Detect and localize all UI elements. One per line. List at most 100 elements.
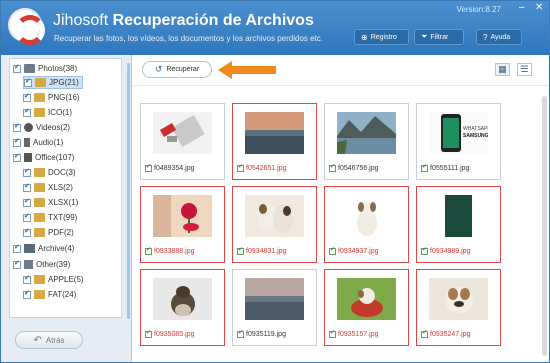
checkbox[interactable]: [23, 212, 31, 222]
recover-label: Recuperar: [166, 66, 200, 73]
help-button[interactable]: ? Ayuda: [476, 29, 522, 45]
svg-text:SAMSUNG: SAMSUNG: [463, 133, 488, 139]
register-button[interactable]: ⊕ Registro: [354, 29, 409, 45]
file-name: f0935247.jpg: [430, 331, 471, 338]
checkbox[interactable]: [329, 329, 336, 338]
checkbox[interactable]: [421, 246, 428, 255]
file-thumbnail[interactable]: f0933888.jpg: [140, 186, 225, 263]
tree-item-label: JPG(21): [49, 78, 79, 87]
checkbox[interactable]: [23, 107, 31, 117]
file-thumbnail[interactable]: f0934937.jpg: [324, 186, 409, 263]
recover-button[interactable]: ↺ Recuperar: [142, 61, 212, 78]
tree-item-png[interactable]: PNG(16): [23, 91, 80, 104]
app-window: Jihosoft Recuperación de Archivos Recupe…: [0, 0, 550, 363]
file-thumbnail[interactable]: f0935247.jpg: [416, 269, 501, 346]
checkbox[interactable]: [13, 122, 21, 132]
tree-item-archive[interactable]: Archive(4): [13, 242, 74, 255]
tree-item-fat[interactable]: FAT(24): [23, 288, 76, 301]
file-grid: f0489354.jpg f0542651.jpg f0546756.jpg: [132, 85, 549, 362]
file-thumbnail[interactable]: f0934989.jpg: [416, 186, 501, 263]
checkbox[interactable]: [421, 329, 428, 338]
folder-icon: [34, 198, 45, 207]
checkbox[interactable]: [329, 246, 336, 255]
tree-item-label: Office(107): [35, 153, 75, 162]
tree-item-audio[interactable]: Audio(1): [13, 136, 63, 149]
tree-scrollbar[interactable]: [127, 63, 130, 319]
tree-item-office[interactable]: Office(107): [13, 151, 74, 164]
file-name: f0489354.jpg: [154, 165, 195, 172]
tree-item-txt[interactable]: TXT(99): [23, 211, 77, 224]
checkbox[interactable]: [145, 163, 152, 172]
back-button[interactable]: ↶ Atrás: [15, 331, 83, 349]
checkbox[interactable]: [145, 329, 152, 338]
tree-item-label: Archive(4): [38, 244, 75, 253]
tree-item-label: FAT(24): [48, 290, 77, 299]
video-icon: [24, 123, 33, 132]
help-icon: ?: [483, 32, 488, 42]
tree-item-other[interactable]: Other(39): [13, 258, 70, 271]
checkbox[interactable]: [23, 167, 31, 177]
other-icon: [24, 260, 33, 269]
tree-item-label: Other(39): [36, 260, 71, 269]
checkbox[interactable]: [13, 152, 21, 162]
grid-scrollbar[interactable]: [542, 96, 547, 356]
file-thumbnail[interactable]: f0546756.jpg: [324, 103, 409, 180]
file-thumbnail[interactable]: f0935085.jpg: [140, 269, 225, 346]
help-label: Ayuda: [490, 33, 511, 41]
checkbox[interactable]: [237, 329, 244, 338]
office-icon: [24, 153, 32, 162]
tree-item-label: XLS(2): [48, 183, 73, 192]
tree-item-xlsx[interactable]: XLSX(1): [23, 196, 78, 209]
tree-item-label: Videos(2): [36, 123, 71, 132]
checkbox[interactable]: [13, 63, 21, 73]
checkbox[interactable]: [23, 274, 31, 284]
file-thumbnail[interactable]: f0934831.jpg: [232, 186, 317, 263]
tree-item-label: XLSX(1): [48, 198, 79, 207]
file-thumbnail[interactable]: f0489354.jpg: [140, 103, 225, 180]
filter-button[interactable]: ⏷ Filtrar: [414, 29, 464, 45]
tree-item-ico[interactable]: ICO(1): [23, 106, 72, 119]
grid-view-icon[interactable]: ▦: [495, 63, 510, 76]
tree-item-videos[interactable]: Videos(2): [13, 121, 70, 134]
tree-item-jpg[interactable]: JPG(21): [23, 76, 83, 89]
checkbox[interactable]: [24, 77, 32, 87]
checkbox[interactable]: [23, 197, 31, 207]
checkbox[interactable]: [23, 289, 31, 299]
checkbox[interactable]: [237, 246, 244, 255]
tree-item-photos[interactable]: Photos(38): [13, 62, 77, 75]
file-thumbnail[interactable]: f0935157.jpg: [324, 269, 409, 346]
tree-item-doc[interactable]: DOC(3): [23, 166, 76, 179]
checkbox[interactable]: [23, 92, 31, 102]
checkbox[interactable]: [329, 163, 336, 172]
mountain-lake-image: [337, 112, 396, 154]
filter-icon: ⏷: [421, 32, 428, 41]
file-thumbnail[interactable]: f0935119.jpg: [232, 269, 317, 346]
file-thumbnail[interactable]: WHATSAPP FOR SAMSUNG f0555111.jpg: [416, 103, 501, 180]
close-button[interactable]: ✕: [535, 3, 543, 13]
tree-item-apple[interactable]: APPLE(5): [23, 273, 84, 286]
list-view-icon[interactable]: ☰: [517, 63, 532, 76]
archive-icon: [24, 244, 35, 253]
checkbox[interactable]: [13, 259, 21, 269]
checkbox[interactable]: [13, 243, 21, 253]
tree-item-label: Photos(38): [38, 64, 78, 73]
tree-item-label: DOC(3): [48, 168, 76, 177]
checkbox[interactable]: [23, 182, 31, 192]
lifebuoy-logo-icon: [8, 8, 45, 45]
checkbox[interactable]: [145, 246, 152, 255]
checkbox[interactable]: [237, 163, 244, 172]
usb-drive-image: [153, 112, 212, 154]
minimize-button[interactable]: –: [519, 3, 525, 13]
checkbox[interactable]: [13, 137, 21, 147]
checkbox[interactable]: [23, 227, 31, 237]
file-thumbnail[interactable]: f0542651.jpg: [232, 103, 317, 180]
checkbox[interactable]: [421, 163, 428, 172]
file-name: f0933888.jpg: [154, 248, 195, 255]
brand-name: Jihosoft: [53, 12, 109, 29]
file-name: f0934989.jpg: [430, 248, 471, 255]
tree-item-pdf[interactable]: PDF(2): [23, 226, 74, 239]
file-name: f0935157.jpg: [338, 331, 379, 338]
back-label: Atrás: [45, 335, 65, 345]
version-label: Version:8.27: [456, 5, 501, 14]
tree-item-xls[interactable]: XLS(2): [23, 181, 73, 194]
